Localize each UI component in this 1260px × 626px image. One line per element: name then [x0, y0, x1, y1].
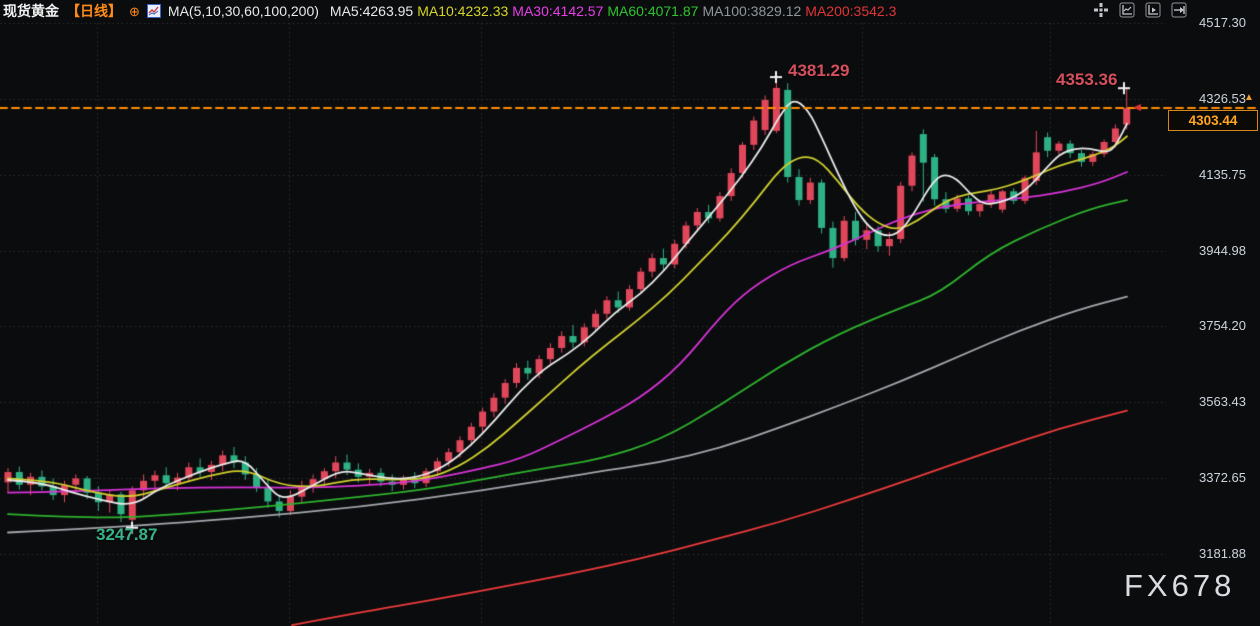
symbol-title: 现货黄金	[3, 1, 59, 21]
price-up-arrow-icon: ▲	[1244, 92, 1254, 103]
y-axis-tick-label: 4326.53	[1170, 91, 1246, 107]
price-annotation: 3247.87	[96, 525, 157, 545]
y-axis-tick-label: 3563.43	[1170, 394, 1246, 410]
candlestick-chart-canvas[interactable]	[0, 0, 1260, 626]
chart-play-icon[interactable]	[1145, 2, 1161, 18]
last-price-value: 4303.44	[1189, 113, 1238, 128]
ma-value-ma5: MA5:4263.95	[330, 3, 413, 19]
price-annotation: 4381.29	[788, 61, 849, 81]
period-label[interactable]: 【日线】	[66, 1, 122, 21]
y-axis-tick-label: 3372.65	[1170, 470, 1246, 486]
price-annotation: 4353.36	[1056, 70, 1117, 90]
ma-value-ma100: MA100:3829.12	[702, 3, 801, 19]
y-axis-tick-label: 4135.75	[1170, 167, 1246, 183]
ma-settings-label[interactable]: MA(5,10,30,60,100,200)	[168, 1, 319, 21]
chart-header: 现货黄金 【日线】 ⊕ MA(5,10,30,60,100,200) MA5:4…	[3, 1, 896, 21]
ma-value-ma10: MA10:4232.33	[417, 3, 508, 19]
kline-chart-icon[interactable]	[147, 4, 161, 18]
jump-to-latest-icon[interactable]	[1171, 2, 1187, 18]
y-axis-tick-label: 3754.20	[1170, 318, 1246, 334]
ma-value-ma60: MA60:4071.87	[607, 3, 698, 19]
y-axis-tick-label: 3181.88	[1170, 546, 1246, 562]
ma-value-ma200: MA200:3542.3	[805, 3, 896, 19]
chart-scale-icon[interactable]	[1119, 2, 1135, 18]
chart-toolbar	[1093, 2, 1187, 18]
watermark: FX678	[1124, 568, 1235, 604]
chart-window: 现货黄金 【日线】 ⊕ MA(5,10,30,60,100,200) MA5:4…	[0, 0, 1260, 626]
pan-tool-icon[interactable]	[1093, 2, 1109, 18]
last-price-box: 4303.44	[1168, 110, 1258, 131]
ma-legend: MA5:4263.95MA10:4232.33MA30:4142.57MA60:…	[326, 1, 896, 21]
ma-value-ma30: MA30:4142.57	[512, 3, 603, 19]
target-icon[interactable]: ⊕	[129, 5, 140, 18]
y-axis-tick-label: 3944.98	[1170, 243, 1246, 259]
